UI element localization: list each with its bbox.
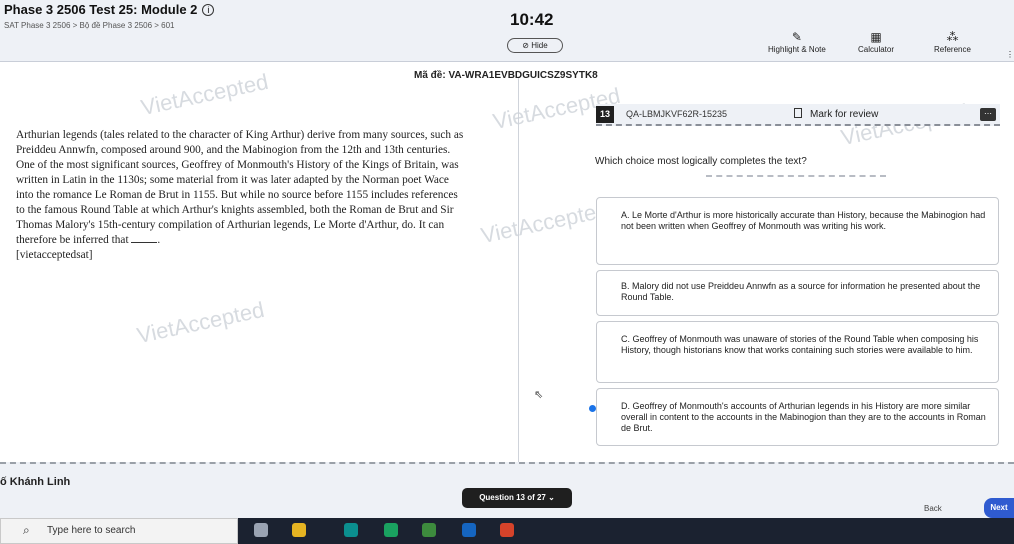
question-stem: Which choice most logically completes th… (595, 156, 807, 167)
bookmark-icon (794, 108, 802, 118)
user-name: ố Khánh Linh (0, 476, 71, 488)
mark-for-review-button[interactable]: Mark for review (794, 108, 878, 120)
watermark: VietAccepted (478, 196, 611, 249)
watermark: VietAccepted (138, 68, 271, 121)
timer: 10:42 (510, 10, 554, 29)
calculator-icon: ▦ (870, 30, 882, 44)
app-icon[interactable] (500, 523, 514, 537)
hide-timer-button[interactable]: ⊘ Hide (507, 38, 563, 53)
answer-option-b[interactable]: B. Malory did not use Preiddeu Annwfn as… (596, 270, 999, 316)
task-view-icon[interactable] (254, 523, 268, 537)
test-header: Phase 3 2506 Test 25: Module 2 i SAT Phas… (0, 0, 1014, 62)
question-navigator-button[interactable]: Question 13 of 27 ⌄ (462, 488, 572, 508)
taskbar-search-placeholder: Type here to search (47, 525, 136, 536)
answer-option-c[interactable]: C. Geoffrey of Monmouth was unaware of s… (596, 321, 999, 383)
option-b-text: B. Malory did not use Preiddeu Annwfn as… (621, 281, 981, 302)
question-id: QA-LBMJKVF62R-15235 (626, 109, 728, 119)
passage-end-punct: . (157, 234, 161, 246)
formula-icon: ⁂ (946, 30, 959, 44)
back-button[interactable]: Back (924, 504, 942, 513)
breadcrumb: SAT Phase 3 2506 > Bộ đề Phase 3 2506 > … (4, 21, 175, 30)
test-title: Phase 3 2506 Test 25: Module 2 i (4, 2, 215, 17)
option-a-text: A. Le Morte d'Arthur is more historicall… (621, 210, 986, 231)
stem-underline (706, 175, 886, 177)
highlight-note-label: Highlight & Note (768, 45, 826, 54)
excel-icon[interactable] (422, 523, 436, 537)
option-d-text: D. Geoffrey of Monmouth's accounts of Ar… (621, 401, 986, 433)
selection-dot-icon (589, 405, 596, 412)
pane-divider[interactable] (518, 78, 519, 478)
reading-passage[interactable]: Arthurian legends (tales related to the … (16, 128, 464, 263)
reference-label: Reference (934, 45, 971, 54)
edge-browser-icon[interactable] (344, 523, 358, 537)
passage-text: Arthurian legends (tales related to the … (16, 129, 464, 246)
info-icon[interactable]: i (202, 4, 215, 16)
question-header: 13 QA-LBMJKVF62R-15235 Mark for review ⋯ (596, 104, 1000, 126)
option-c-text: C. Geoffrey of Monmouth was unaware of s… (621, 334, 979, 355)
mark-review-label: Mark for review (810, 109, 879, 120)
test-title-text: Phase 3 2506 Test 25: Module 2 (4, 2, 198, 17)
windows-taskbar: ⌕ Type here to search (0, 518, 1014, 544)
calculator-button[interactable]: ▦ Calculator (858, 30, 894, 54)
calculator-label: Calculator (858, 45, 895, 54)
watermark: VietAccepted (134, 296, 267, 349)
eye-off-icon: ⊘ (522, 41, 529, 50)
highlight-note-button[interactable]: ✎ Highlight & Note (768, 30, 826, 54)
cross-out-toggle[interactable]: ⋯ (980, 108, 996, 121)
hide-label: Hide (531, 41, 548, 50)
question-number: 13 (596, 106, 614, 123)
answer-option-d[interactable]: D. Geoffrey of Monmouth's accounts of Ar… (589, 388, 999, 446)
chrome-icon[interactable] (384, 523, 398, 537)
answer-option-a[interactable]: A. Le Morte d'Arthur is more historicall… (596, 197, 999, 265)
pen-icon: ✎ (791, 30, 802, 44)
reference-button[interactable]: ⁂ Reference (934, 30, 971, 54)
search-icon: ⌕ (23, 523, 30, 537)
passage-tag: [vietacceptedsat] (16, 249, 93, 261)
more-tools-icon[interactable]: ⋮ (1006, 50, 1014, 59)
passage-blank (131, 234, 158, 243)
mouse-cursor-icon: ⇖ (534, 389, 544, 401)
test-footer: ố Khánh Linh Question 13 of 27 ⌄ Back Ne… (0, 462, 1014, 518)
next-button[interactable]: Next (984, 498, 1014, 518)
taskbar-search-box[interactable]: ⌕ Type here to search (0, 518, 238, 544)
file-explorer-icon[interactable] (292, 523, 306, 537)
test-code: Mã đề: VA-WRA1EVBDGUICSZ9SYTK8 (414, 70, 598, 81)
word-icon[interactable] (462, 523, 476, 537)
